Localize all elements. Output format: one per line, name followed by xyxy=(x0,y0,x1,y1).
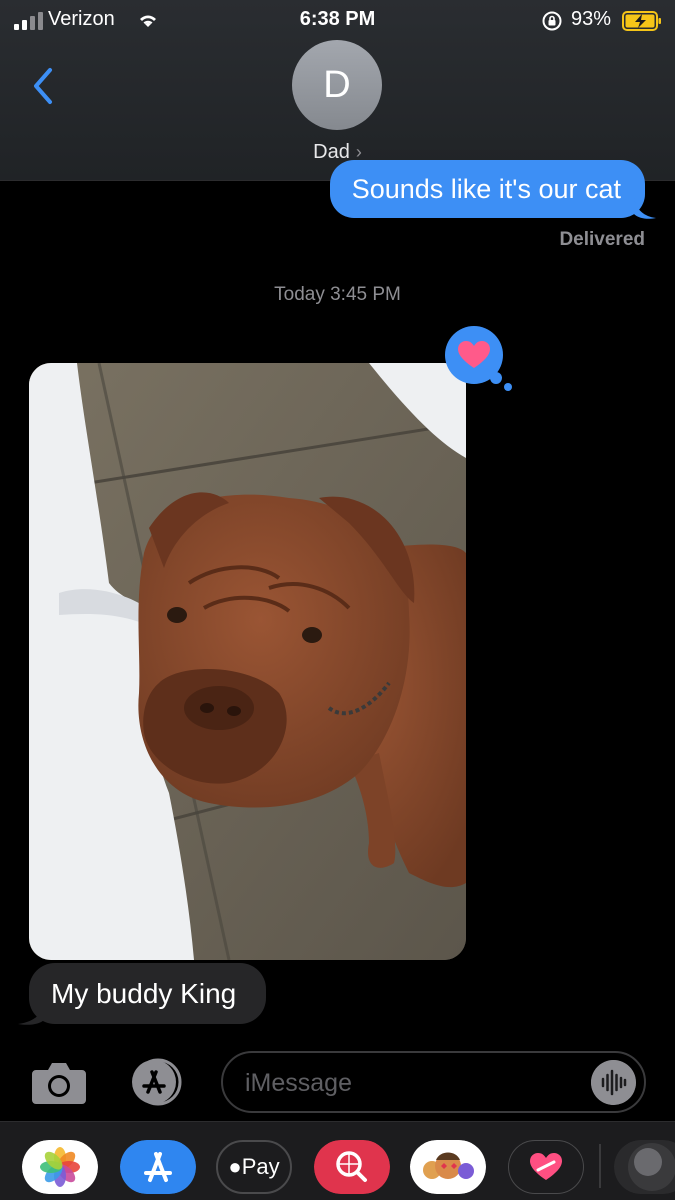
message-timestamp: Today 3:45 PM xyxy=(0,284,675,306)
sent-message-text: Sounds like it's our cat xyxy=(351,174,621,204)
conversation-header: Verizon 6:38 PM 93% D Dad › xyxy=(0,0,675,181)
battery-percent: 93% xyxy=(571,8,612,30)
contact-avatar[interactable]: D xyxy=(292,40,382,130)
received-bubble-tail xyxy=(18,1004,44,1025)
heart-tapback-icon[interactable] xyxy=(444,326,516,392)
status-bar: Verizon 6:38 PM 93% xyxy=(0,6,675,34)
sent-message-bubble[interactable]: Sounds like it's our cat xyxy=(329,160,645,218)
photos-app-icon[interactable] xyxy=(22,1140,98,1194)
imessage-placeholder: iMessage xyxy=(245,1069,352,1097)
digital-touch-icon[interactable] xyxy=(508,1140,584,1194)
audio-message-icon[interactable] xyxy=(591,1060,636,1105)
apple-pay-label: Pay xyxy=(241,1154,280,1179)
memoji-icon[interactable] xyxy=(410,1140,486,1194)
delivered-status: Delivered xyxy=(559,229,645,250)
chevron-right-icon: › xyxy=(355,142,362,162)
app-store-drawer-icon[interactable] xyxy=(124,1058,192,1106)
avatar-initial: D xyxy=(323,63,351,106)
camera-icon[interactable] xyxy=(30,1058,88,1106)
dog-photo-image xyxy=(29,363,466,960)
apple-logo-icon: ● xyxy=(228,1154,242,1179)
drawer-divider xyxy=(599,1144,601,1188)
more-apps-icon[interactable] xyxy=(614,1140,675,1194)
sent-bubble-tail xyxy=(634,198,656,219)
back-chevron-icon[interactable] xyxy=(28,66,58,106)
image-search-icon[interactable] xyxy=(314,1140,390,1194)
received-photo-dog[interactable] xyxy=(29,363,466,960)
contact-name: Dad xyxy=(313,141,350,163)
timestamp-day: Today xyxy=(274,284,325,305)
received-message-bubble[interactable]: My buddy King xyxy=(29,963,267,1024)
received-message-text: My buddy King xyxy=(51,978,237,1009)
imessage-input[interactable]: iMessage xyxy=(221,1051,646,1113)
app-store-icon[interactable] xyxy=(120,1140,196,1194)
apple-pay-icon[interactable]: ● Pay xyxy=(216,1140,292,1194)
battery-charging-icon xyxy=(622,11,661,31)
app-drawer: ● Pay xyxy=(0,1121,675,1200)
timestamp-time: 3:45 PM xyxy=(330,284,401,305)
orientation-lock-icon xyxy=(542,11,562,31)
